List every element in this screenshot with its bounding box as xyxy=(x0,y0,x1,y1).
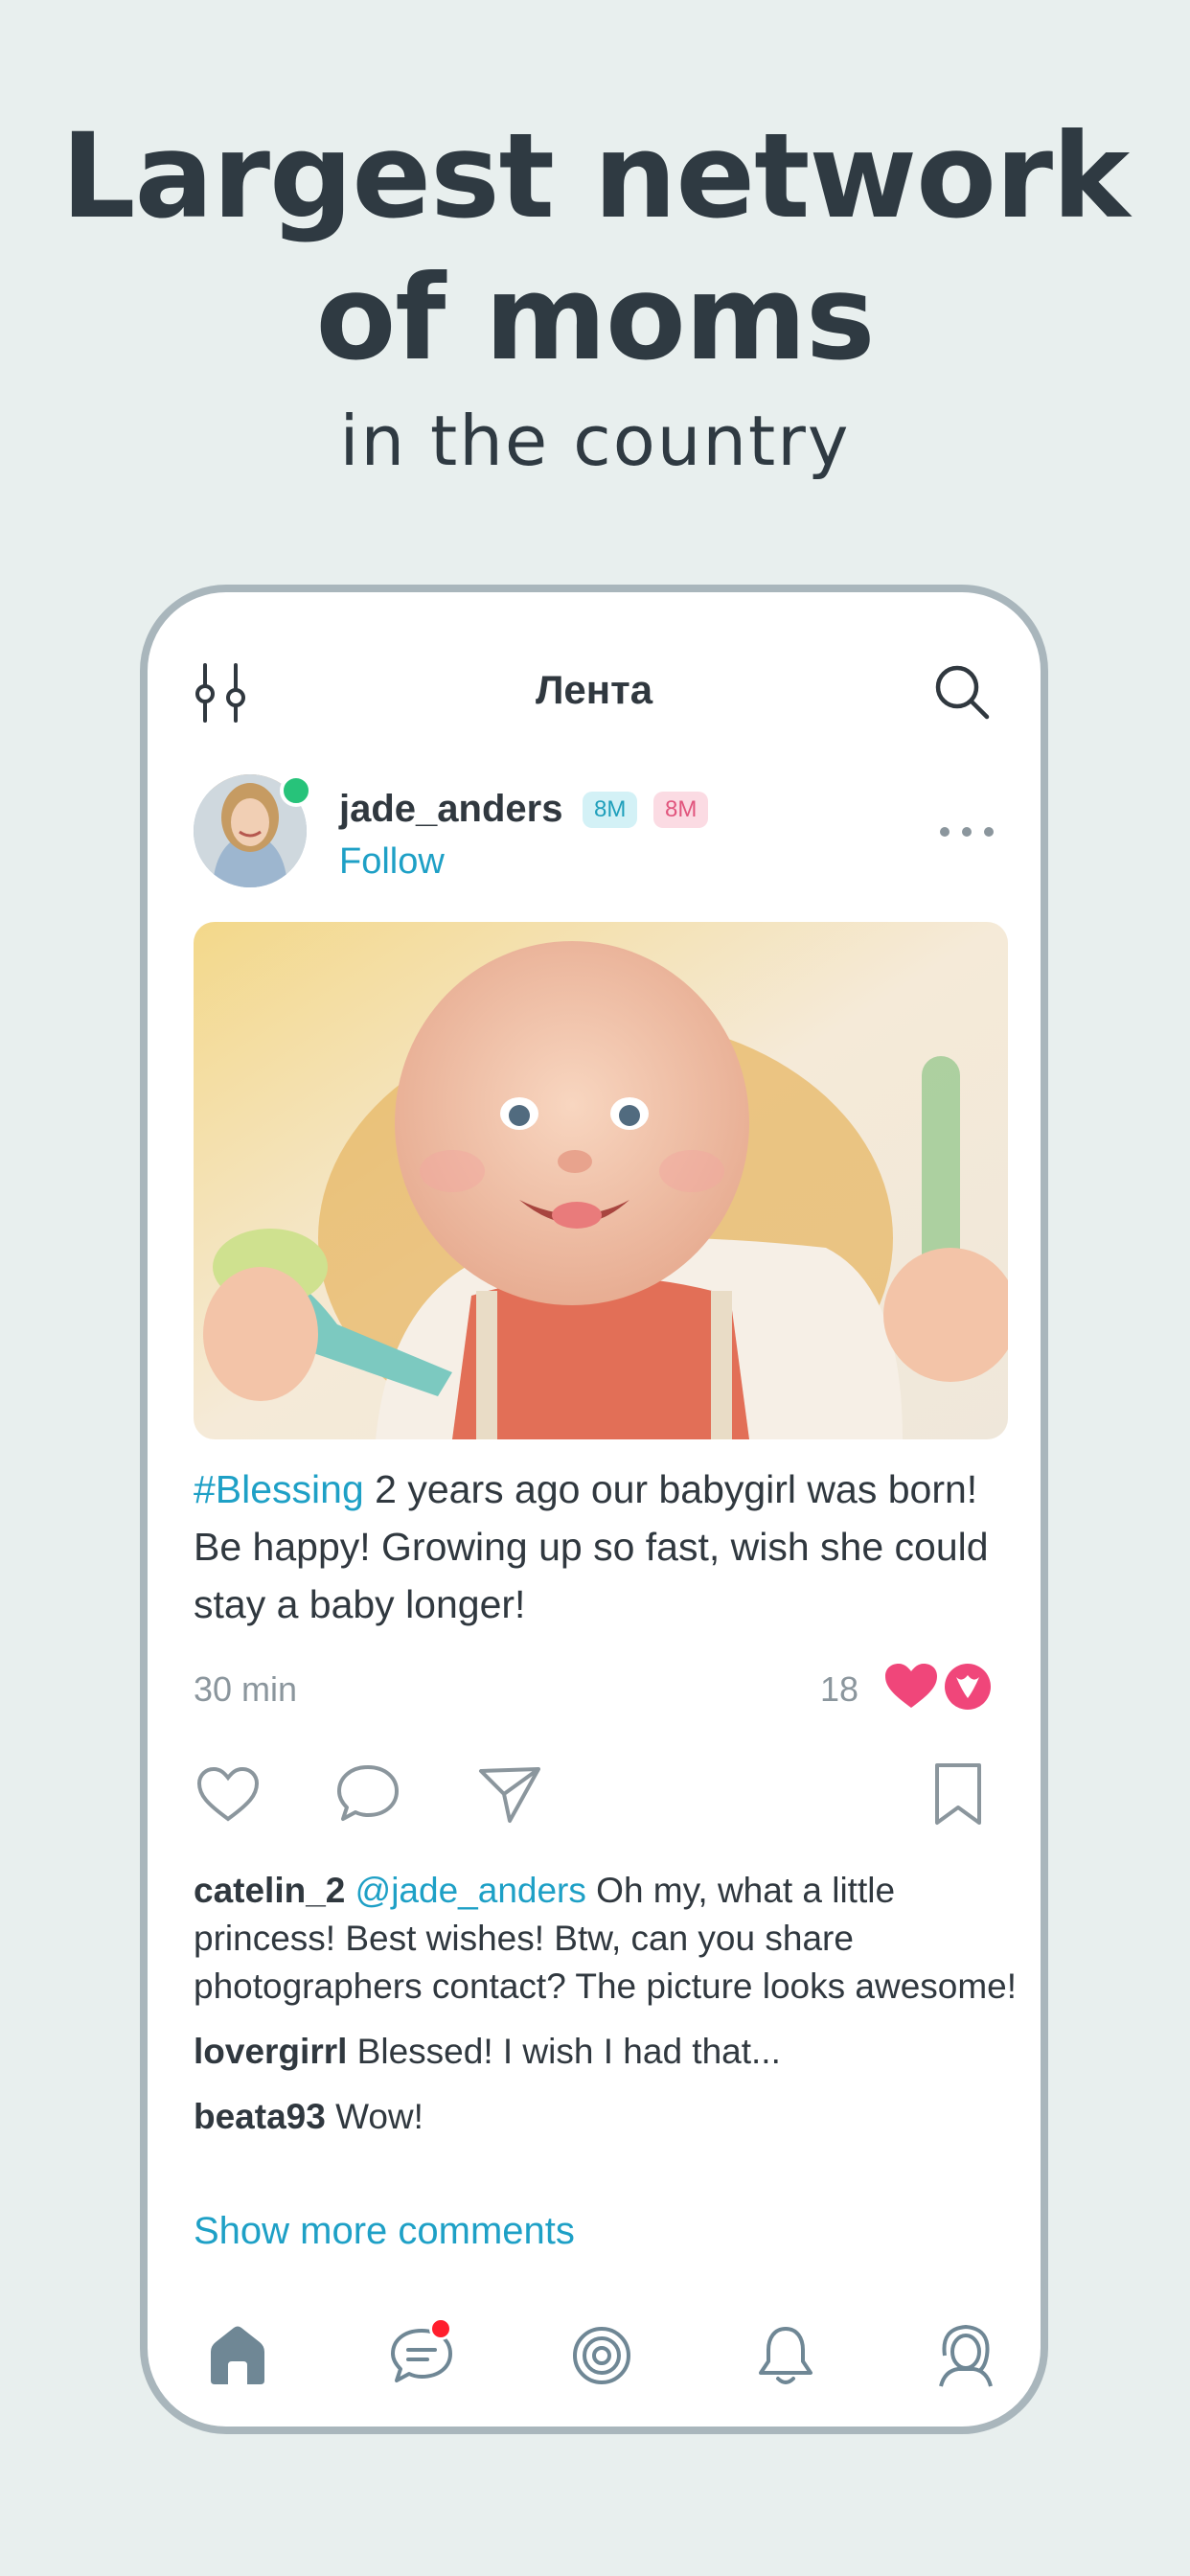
comment-username[interactable]: lovergirrl xyxy=(194,2032,347,2071)
promo-headline-line1: Largest network xyxy=(60,108,1130,244)
bottom-nav xyxy=(148,2317,1041,2413)
promo-headline-line2: of moms xyxy=(315,250,875,386)
comment-item: catelin_2 @jade_anders Oh my, what a lit… xyxy=(194,1867,1018,2011)
comment-text: Wow! xyxy=(325,2097,423,2136)
promo-headline: Largest network of moms xyxy=(0,105,1190,389)
show-more-comments-link[interactable]: Show more comments xyxy=(194,2210,575,2253)
tulip-reaction-icon xyxy=(943,1662,993,1712)
badge-cyan: 8M xyxy=(583,792,638,828)
chat-icon[interactable] xyxy=(383,2317,460,2394)
comment-username[interactable]: catelin_2 xyxy=(194,1871,345,1910)
post-caption: #Blessing 2 years ago our babygirl was b… xyxy=(194,1460,1018,1633)
unread-indicator xyxy=(429,2317,452,2340)
comment-username[interactable]: beata93 xyxy=(194,2097,326,2136)
page-title: Лента xyxy=(535,667,653,712)
bell-icon[interactable] xyxy=(747,2317,824,2394)
phone-frame: Лента jade_anders 8M 8M Follow #Blessing… xyxy=(140,585,1048,2434)
post-photo[interactable] xyxy=(194,922,1008,1439)
comment-item: lovergirrl Blessed! I wish I had that... xyxy=(194,2028,1018,2076)
comment-mention[interactable]: @jade_anders xyxy=(355,1871,586,1910)
post-header: jade_anders 8M 8M Follow xyxy=(148,774,1041,899)
home-icon[interactable] xyxy=(199,2317,276,2394)
target-icon[interactable] xyxy=(563,2317,640,2394)
search-icon[interactable] xyxy=(931,661,993,723)
post-time: 30 min xyxy=(194,1669,298,1709)
like-button-icon[interactable] xyxy=(194,1760,263,1828)
comment-item: beata93 Wow! xyxy=(194,2093,1018,2141)
online-status-indicator xyxy=(280,774,312,807)
share-button-icon[interactable] xyxy=(475,1760,544,1828)
post-author-username[interactable]: jade_anders xyxy=(339,788,562,831)
heart-reaction-icon xyxy=(883,1662,939,1712)
post-hashtag[interactable]: #Blessing xyxy=(194,1467,364,1511)
comment-button-icon[interactable] xyxy=(333,1760,402,1828)
comment-text: Blessed! I wish I had that... xyxy=(347,2032,781,2071)
promo-subhead: in the country xyxy=(339,401,851,481)
post-meta: 30 min 18 xyxy=(194,1662,993,1719)
comments-list: catelin_2 @jade_anders Oh my, what a lit… xyxy=(194,1867,1018,2158)
follow-button[interactable]: Follow xyxy=(339,841,445,883)
post-actions xyxy=(194,1760,993,1836)
more-options-icon[interactable] xyxy=(933,822,1000,841)
reaction-count[interactable]: 18 xyxy=(820,1669,858,1710)
top-bar: Лента xyxy=(148,650,1041,736)
badge-pink: 8M xyxy=(653,792,709,828)
profile-icon[interactable] xyxy=(927,2317,1004,2394)
bookmark-button-icon[interactable] xyxy=(924,1760,993,1828)
